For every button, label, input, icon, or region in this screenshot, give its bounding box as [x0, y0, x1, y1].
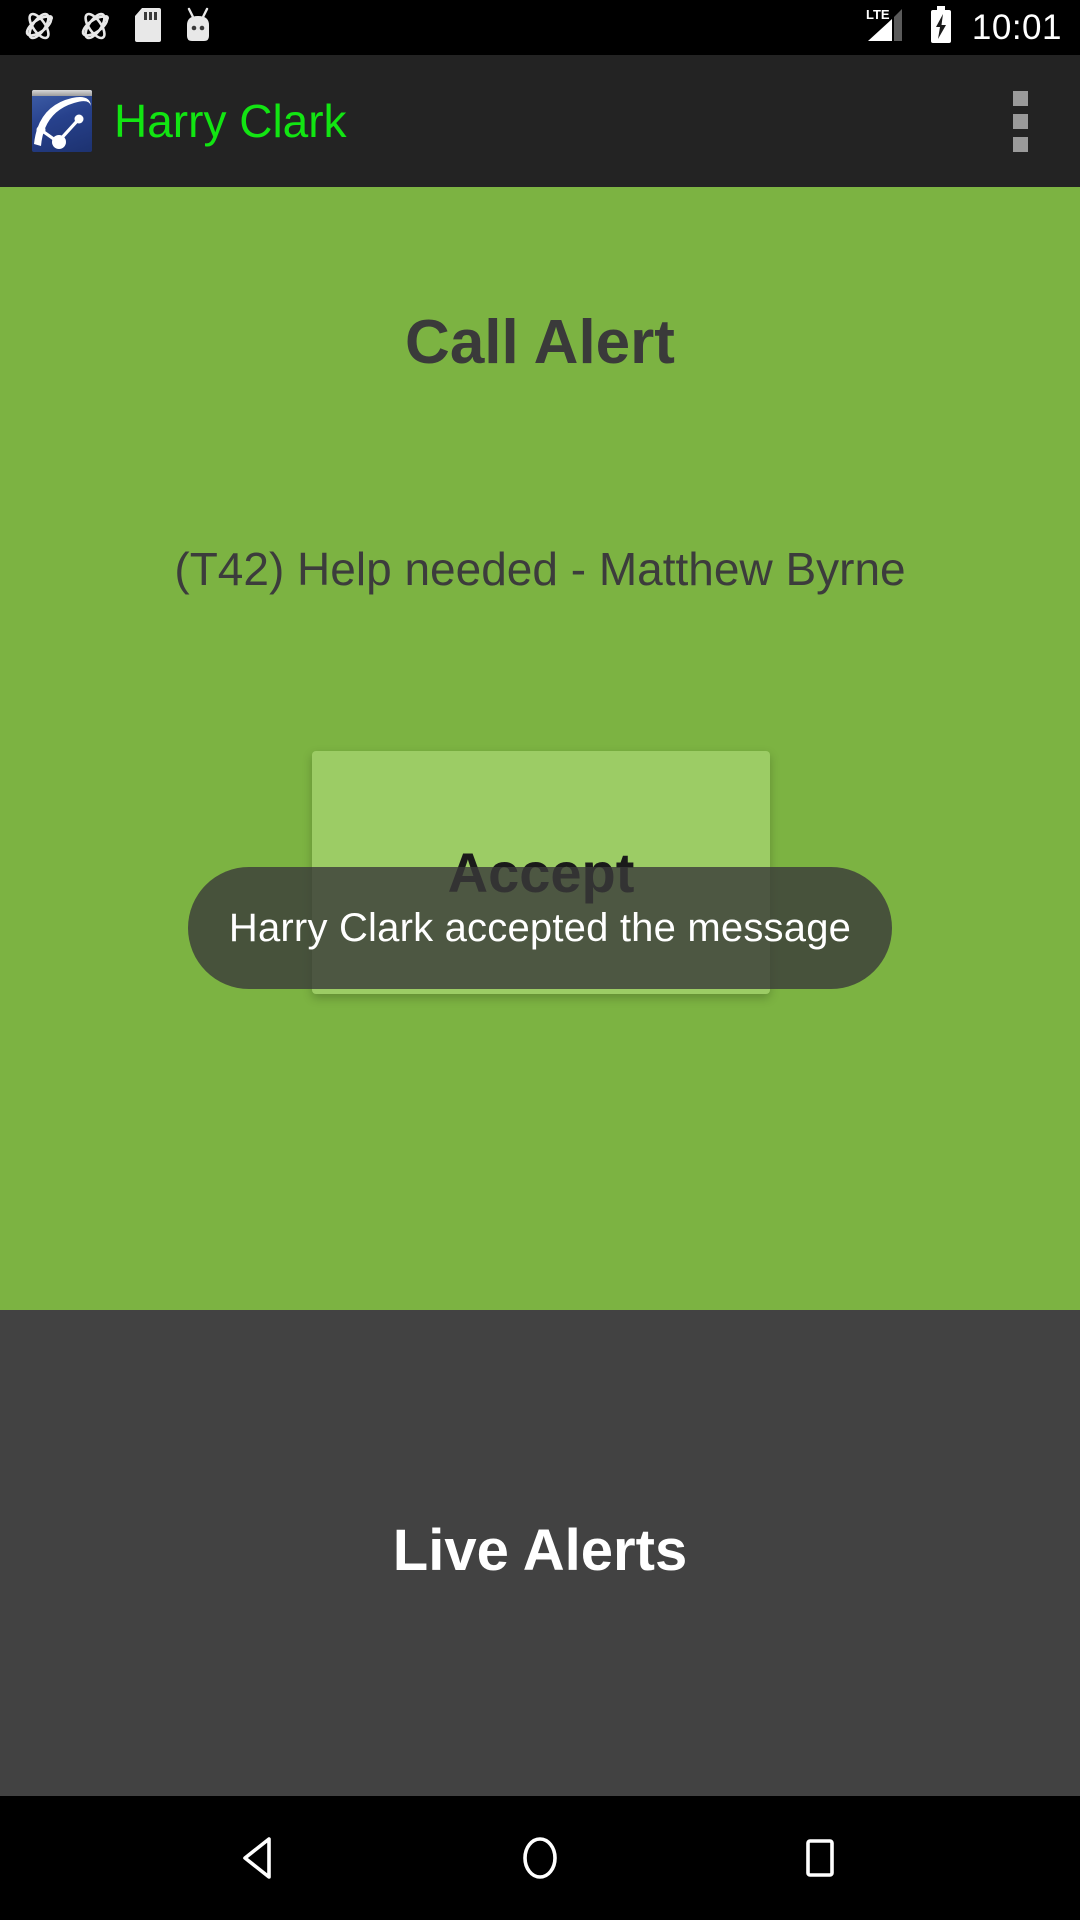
- battery-charging-icon: [928, 5, 954, 50]
- sd-card-icon: [134, 7, 162, 48]
- action-bar: Harry Clark: [0, 55, 1080, 187]
- status-bar-right-icons: LTE 10:01: [864, 5, 1062, 50]
- mock-location-icon: [22, 7, 58, 48]
- live-alerts-panel[interactable]: Live Alerts: [0, 1310, 1080, 1796]
- phone-screen: LTE 10:01 Harry Clark Call Alert (T42) H…: [0, 0, 1080, 1920]
- toast-message: Harry Clark accepted the message: [228, 906, 852, 950]
- app-logo-icon: [32, 90, 92, 152]
- status-bar: LTE 10:01: [0, 0, 1080, 55]
- overflow-dot: [1013, 113, 1028, 129]
- home-circle-icon[interactable]: [480, 1796, 600, 1920]
- status-bar-left-icons: [22, 7, 214, 48]
- status-bar-clock: 10:01: [971, 8, 1062, 47]
- call-alert-message: (T42) Help needed - Matthew Byrne: [174, 543, 906, 595]
- call-alert-title: Call Alert: [405, 308, 675, 377]
- android-head-icon: [182, 7, 214, 48]
- overflow-dot: [1013, 90, 1028, 106]
- mock-location-icon: [78, 7, 114, 48]
- toast-notification: Harry Clark accepted the message: [188, 867, 892, 989]
- android-navigation-bar: [0, 1796, 1080, 1920]
- back-triangle-icon[interactable]: [200, 1796, 320, 1920]
- network-type-label: LTE: [866, 7, 890, 22]
- call-alert-panel: Call Alert (T42) Help needed - Matthew B…: [0, 187, 1080, 1310]
- live-alerts-title: Live Alerts: [392, 1518, 688, 1583]
- app-title: Harry Clark: [114, 95, 347, 147]
- signal-bars-icon: LTE: [864, 5, 914, 50]
- recents-square-icon[interactable]: [760, 1796, 880, 1920]
- overflow-menu-icon[interactable]: [995, 77, 1046, 166]
- overflow-dot: [1013, 136, 1028, 152]
